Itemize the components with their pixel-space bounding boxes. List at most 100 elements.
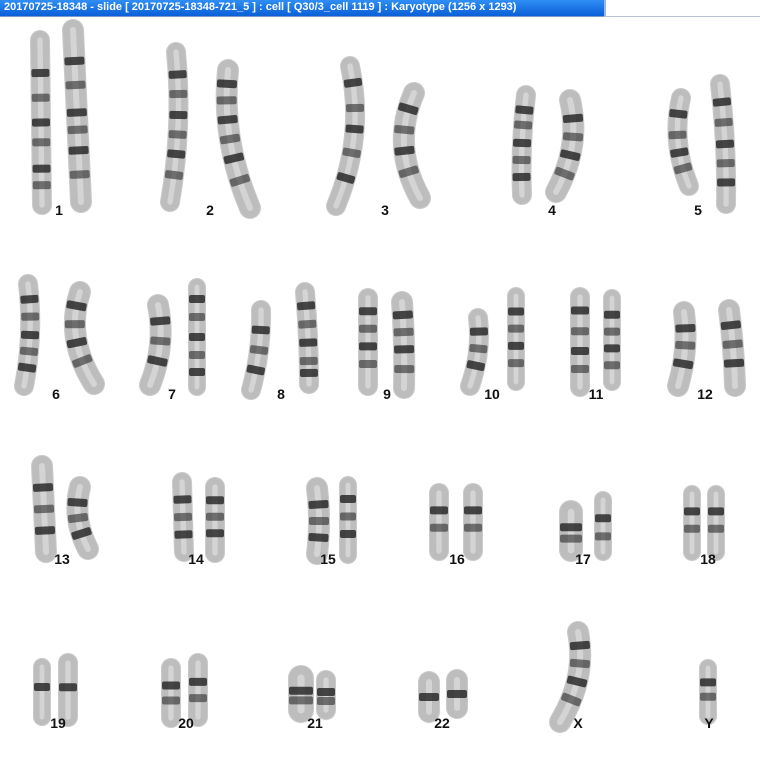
chromosome-band [469, 327, 489, 336]
chromosome-4[interactable] [545, 89, 585, 203]
chromosome-19[interactable] [58, 653, 78, 727]
chromosome-pair-y[interactable]: Y [699, 659, 718, 731]
chromosome-pair-13[interactable]: 13 [31, 455, 99, 567]
chromosome-pair-9[interactable]: 9 [357, 288, 416, 402]
chromosome-10[interactable] [506, 287, 526, 391]
chromosome-20[interactable] [188, 653, 209, 727]
chromosome-6[interactable] [63, 281, 105, 395]
chromosome-18[interactable] [707, 485, 725, 561]
chromosome-band [31, 118, 51, 127]
chromosome-9[interactable] [391, 291, 416, 399]
chromosome-pair-4[interactable]: 4 [511, 85, 585, 218]
chromosome-y[interactable] [699, 659, 718, 725]
chromosome-band [700, 678, 716, 687]
chromosome-x[interactable] [549, 621, 592, 733]
chromosome-6[interactable] [14, 274, 41, 396]
chromosome-14[interactable] [172, 472, 194, 562]
chromosome-16[interactable] [429, 483, 449, 561]
chromosome-18[interactable] [683, 485, 701, 561]
chromosome-pair-1[interactable]: 1 [30, 19, 92, 218]
chromosome-10[interactable] [460, 308, 489, 396]
chromosome-1[interactable] [62, 19, 92, 213]
title-bar[interactable]: 20170725-18348 - slide [ 20170725-18348-… [0, 0, 606, 17]
chromosome-5[interactable] [710, 74, 737, 214]
chromosome-1[interactable] [30, 30, 52, 215]
chromosome-21[interactable] [316, 670, 336, 720]
chromosome-pair-19[interactable]: 19 [33, 653, 78, 731]
chromosome-21[interactable] [287, 665, 314, 723]
chromosome-pair-5[interactable]: 5 [667, 74, 737, 218]
chromosome-label-6: 6 [52, 386, 60, 402]
chromosome-band [309, 517, 329, 525]
chromosome-pair-10[interactable]: 10 [460, 287, 526, 402]
chromosome-9[interactable] [357, 288, 379, 396]
chromosome-pair-17[interactable]: 17 [559, 491, 612, 567]
chromosome-17[interactable] [559, 500, 584, 562]
chromosome-pair-12[interactable]: 12 [667, 299, 746, 402]
chromosome-band [419, 693, 439, 701]
chromosome-band [64, 56, 85, 66]
chromosome-pair-21[interactable]: 21 [287, 665, 336, 731]
chromosome-pair-8[interactable]: 8 [241, 282, 319, 402]
chromosome-pair-18[interactable]: 18 [683, 485, 725, 567]
chromosome-15[interactable] [306, 477, 330, 565]
chromosome-5[interactable] [667, 88, 699, 196]
chromosome-22[interactable] [446, 669, 469, 719]
chromosome-13[interactable] [66, 476, 99, 560]
chromosome-pair-7[interactable]: 7 [139, 278, 207, 402]
chromosome-pair-2[interactable]: 2 [160, 42, 261, 219]
chromosome-13[interactable] [31, 455, 57, 563]
chromosome-pair-22[interactable]: 22 [418, 669, 469, 731]
chromosome-22[interactable] [418, 671, 441, 723]
chromosome-7[interactable] [139, 294, 172, 396]
chromosome-3[interactable] [326, 56, 366, 216]
chromosome-band [21, 312, 40, 321]
chromosome-pair-3[interactable]: 3 [326, 56, 431, 218]
chromosome-15[interactable] [339, 476, 358, 564]
chromosome-band [66, 108, 87, 117]
chromosome-band [308, 500, 329, 509]
chromosome-11[interactable] [602, 289, 622, 391]
chromosome-8[interactable] [241, 300, 272, 400]
chromosome-label-7: 7 [168, 386, 176, 402]
chromosome-pair-11[interactable]: 11 [569, 287, 622, 402]
chromosome-band [562, 113, 584, 124]
chromosome-label-11: 11 [589, 386, 604, 402]
chromosome-band [167, 149, 186, 159]
chromosome-band [32, 138, 51, 147]
chromosome-pair-14[interactable]: 14 [172, 472, 226, 567]
chromosome-pair-16[interactable]: 16 [429, 483, 483, 567]
chromosome-pair-20[interactable]: 20 [161, 653, 209, 731]
chromosome-band [708, 524, 724, 533]
chromosome-8[interactable] [295, 282, 319, 394]
chromosome-2[interactable] [215, 59, 261, 219]
chromosome-12[interactable] [718, 299, 746, 397]
chromosome-4[interactable] [511, 85, 536, 205]
chromosome-3[interactable] [392, 82, 431, 209]
chromosome-band [173, 495, 192, 504]
titlebar-divider [604, 16, 760, 17]
chromosome-band [20, 330, 40, 340]
chromosome-16[interactable] [463, 483, 483, 561]
chromosome-17[interactable] [594, 491, 612, 561]
chromosome-11[interactable] [569, 287, 591, 397]
chromosome-pair-6[interactable]: 6 [14, 274, 105, 402]
chromosome-19[interactable] [33, 658, 51, 726]
chromosome-20[interactable] [161, 658, 182, 728]
chromosome-7[interactable] [187, 278, 207, 396]
chromosome-band [34, 526, 56, 535]
chromosome-band [560, 523, 582, 532]
chromosome-pair-15[interactable]: 15 [306, 476, 358, 567]
chromosome-band [299, 338, 318, 347]
chromosome-pair-x[interactable]: X [549, 621, 592, 733]
chromosome-band [604, 327, 620, 336]
chromosome-band [708, 507, 724, 516]
chromosome-band [189, 333, 205, 341]
chromosome-14[interactable] [204, 477, 226, 563]
chromosome-label-10: 10 [484, 386, 500, 402]
chromosome-band [515, 105, 534, 115]
chromosome-12[interactable] [667, 301, 697, 397]
chromosome-2[interactable] [160, 42, 189, 212]
chromosome-label-16: 16 [449, 551, 465, 567]
chromosome-band [299, 356, 318, 366]
